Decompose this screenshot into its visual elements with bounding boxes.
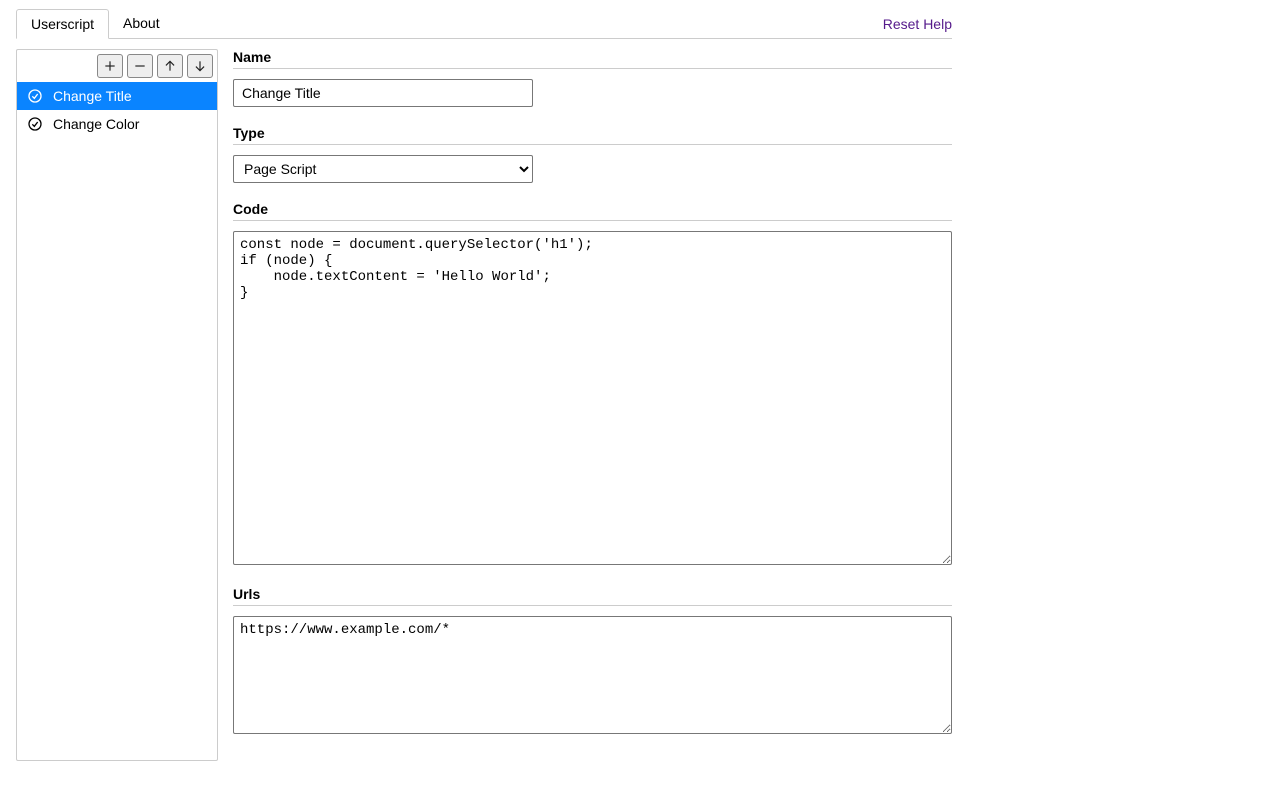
type-label: Type: [233, 125, 952, 145]
list-item-label: Change Color: [53, 116, 139, 132]
reset-help-link[interactable]: Reset Help: [883, 10, 952, 38]
remove-button[interactable]: [127, 54, 153, 78]
tab-about[interactable]: About: [109, 9, 174, 39]
check-circle-icon: [27, 116, 43, 132]
check-circle-icon: [27, 88, 43, 104]
move-down-button[interactable]: [187, 54, 213, 78]
tabs-row: Userscript About Reset Help: [16, 8, 952, 39]
list-item[interactable]: Change Color: [17, 110, 217, 138]
tab-userscript[interactable]: Userscript: [16, 9, 109, 39]
minus-icon: [133, 59, 147, 73]
move-up-button[interactable]: [157, 54, 183, 78]
name-input[interactable]: [233, 79, 533, 107]
code-textarea[interactable]: [233, 231, 952, 565]
plus-icon: [103, 59, 117, 73]
add-button[interactable]: [97, 54, 123, 78]
sidebar: Change Title Change Color: [16, 49, 218, 761]
script-list: Change Title Change Color: [17, 82, 217, 138]
name-label: Name: [233, 49, 952, 69]
main-panel: Name Type Page Script Code Urls: [233, 49, 952, 761]
urls-label: Urls: [233, 586, 952, 606]
code-label: Code: [233, 201, 952, 221]
list-item-label: Change Title: [53, 88, 132, 104]
arrow-up-icon: [163, 59, 177, 73]
list-item[interactable]: Change Title: [17, 82, 217, 110]
arrow-down-icon: [193, 59, 207, 73]
sidebar-toolbar: [17, 50, 217, 82]
urls-textarea[interactable]: [233, 616, 952, 734]
type-select[interactable]: Page Script: [233, 155, 533, 183]
